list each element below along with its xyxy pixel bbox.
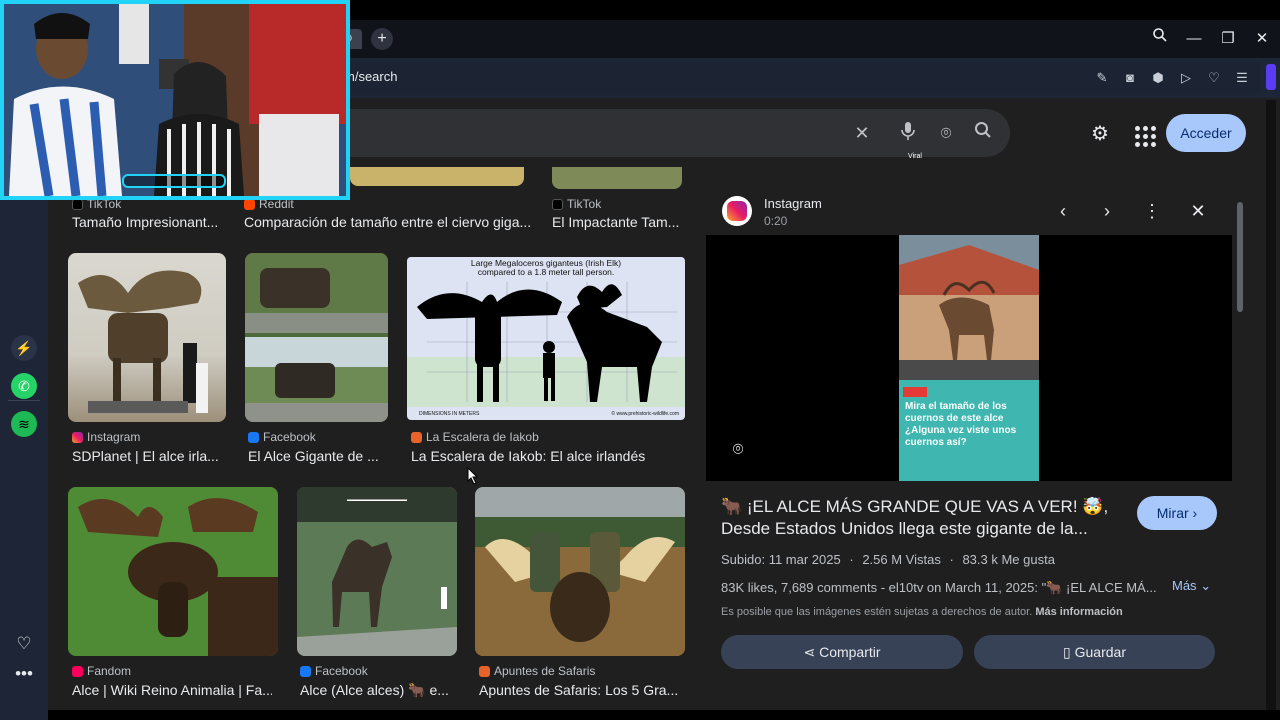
webcam-overlay [0,0,350,200]
page-scrollbar[interactable] [1266,100,1276,710]
save-label: Guardar [1074,644,1126,660]
result-title[interactable]: Alce (Alce alces) 🐂 e... [300,682,450,699]
result-image-moose-hunters[interactable] [475,487,685,656]
whatsapp-icon[interactable]: ✆ [11,373,37,399]
watch-label: Mirar [1156,505,1189,521]
settings-gear-icon[interactable]: ⚙ [1087,121,1113,147]
previous-icon[interactable]: ‹ [1051,199,1075,223]
search-icon[interactable] [971,121,995,145]
svg-text:▬▬▬▬▬▬▬▬▬▬▬▬: ▬▬▬▬▬▬▬▬▬▬▬▬ [347,497,407,503]
result-title[interactable]: El Alce Gigante de ... [248,448,388,464]
more-options-icon[interactable]: ⋮ [1140,199,1164,223]
panel-scrollbar[interactable] [1236,190,1244,676]
video-caption: Mira el tamaño de los cuernos de este al… [905,401,1017,448]
chevron-down-icon: ⌄ [1200,578,1212,593]
result-image[interactable] [552,167,682,189]
result-title[interactable]: Apuntes de Safaris: Los 5 Gra... [479,682,679,698]
result-image-moose-forest[interactable] [68,487,278,656]
video-tag: Viral [908,153,922,160]
close-window-icon[interactable]: ✕ [1250,27,1274,51]
result-title[interactable]: SDPlanet | El alce irla... [72,448,222,464]
result-title[interactable]: Comparación de tamaño entre el ciervo gi… [244,214,544,230]
more-info-link[interactable]: Más información [1035,606,1122,618]
result-image[interactable] [350,167,524,186]
more-label: Más [1172,578,1197,593]
sign-in-button[interactable]: Acceder [1166,114,1246,152]
new-tab-button[interactable]: + [371,28,393,50]
sidebar-toggle[interactable] [1266,64,1276,90]
panel-title[interactable]: 🐂 ¡EL ALCE MÁS GRANDE QUE VAS A VER! 🤯, … [721,496,1121,540]
comparison-footer-left: DIMENSIONS IN METERS [419,411,480,417]
edit-icon[interactable]: ✎ [1092,68,1112,88]
panel-source[interactable]: Instagram [764,196,822,211]
bookmark-icon: ▯ [1063,644,1071,660]
panel-title-line2: Desde Estados Unidos llega este gigante … [721,519,1088,538]
comparison-title-2: compared to a 1.8 meter tall person. [478,267,615,277]
comparison-footer-right: © www.prehistoric-wildlife.com [611,410,679,417]
sidebar-divider [8,400,40,401]
panel-title-line1: 🐂 ¡EL ALCE MÁS GRANDE QUE VAS A VER! 🤯, [721,497,1109,516]
copyright-text: Es posible que las imágenes estén sujeta… [721,606,1033,618]
result-source: Facebook [248,430,316,444]
result-title[interactable]: El Impactante Tam... [552,214,687,230]
result-title[interactable]: Alce | Wiki Reino Animalia | Fa... [72,682,272,698]
result-title[interactable]: La Escalera de Iakob: El alce irlandés [411,448,691,464]
clear-icon[interactable]: ✕ [850,121,874,145]
result-image-moose-road[interactable]: ▬▬▬▬▬▬▬▬▬▬▬▬ [297,487,457,656]
result-image-elk-road[interactable] [245,253,388,422]
messenger-icon[interactable]: ⚡ [11,335,37,361]
watch-button[interactable]: Mirar › [1137,496,1217,530]
result-source: Facebook [300,664,368,678]
restore-icon[interactable]: ❐ [1216,27,1240,51]
more-link[interactable]: Más ⌄ [1172,578,1211,594]
view-count: 2.56 M Vistas [862,552,941,567]
result-source: Fandom [72,664,131,678]
camera-icon[interactable]: ◙ [1120,68,1140,88]
result-image-elk-comparison[interactable]: Large Megaloceros giganteus (Irish Elk) … [407,257,685,420]
url-text[interactable]: m/search [344,69,397,84]
play-icon[interactable]: ▷ [1176,68,1196,88]
result-image-elk-museum[interactable] [68,253,226,422]
instagram-logo-mark [727,201,747,221]
result-source: La Escalera de Iakob [411,430,539,444]
panel-description: 83K likes, 7,689 comments - el10tv on Ma… [721,580,1157,595]
copyright-notice: Es posible que las imágenes estén sujeta… [721,606,1123,618]
upload-date: Subido: 11 mar 2025 [721,552,841,567]
webcam-frame-decoration [122,174,226,188]
spotify-icon[interactable]: ≋ [11,411,37,437]
google-apps-icon[interactable] [1131,121,1157,147]
share-icon: ⋖ [803,644,816,660]
chevron-right-icon: › [1192,505,1198,521]
lens-search-icon[interactable]: ⌾ [727,438,749,460]
result-source: Apuntes de Safaris [479,664,595,678]
lens-icon[interactable]: ⌾ [934,121,958,145]
search-tabs-icon[interactable] [1148,27,1172,51]
next-icon[interactable]: › [1095,199,1119,223]
heart-icon[interactable]: ♡ [1204,68,1224,88]
share-label: Compartir [819,644,881,660]
like-count: 83.3 k Me gusta [962,552,1055,567]
result-source: TikTok [552,197,601,211]
favorites-icon[interactable]: ♡ [11,631,37,657]
minimize-icon[interactable]: — [1182,27,1206,51]
panel-duration: 0:20 [764,214,788,228]
panel-stats: Subido: 11 mar 2025 · 2.56 M Vistas · 83… [721,552,1055,567]
mouse-cursor [467,466,479,490]
result-title[interactable]: Tamaño Impresionant... [72,214,232,230]
more-icon[interactable]: ••• [11,661,37,687]
share-button[interactable]: ⋖ Compartir [721,635,963,669]
close-panel-icon[interactable]: ✕ [1186,199,1210,223]
mic-icon[interactable] [896,121,920,145]
result-source: Instagram [72,430,140,444]
menu-icon[interactable]: ☰ [1232,68,1252,88]
save-button[interactable]: ▯ Guardar [974,635,1215,669]
vpn-icon[interactable]: ⬢ [1148,68,1168,88]
